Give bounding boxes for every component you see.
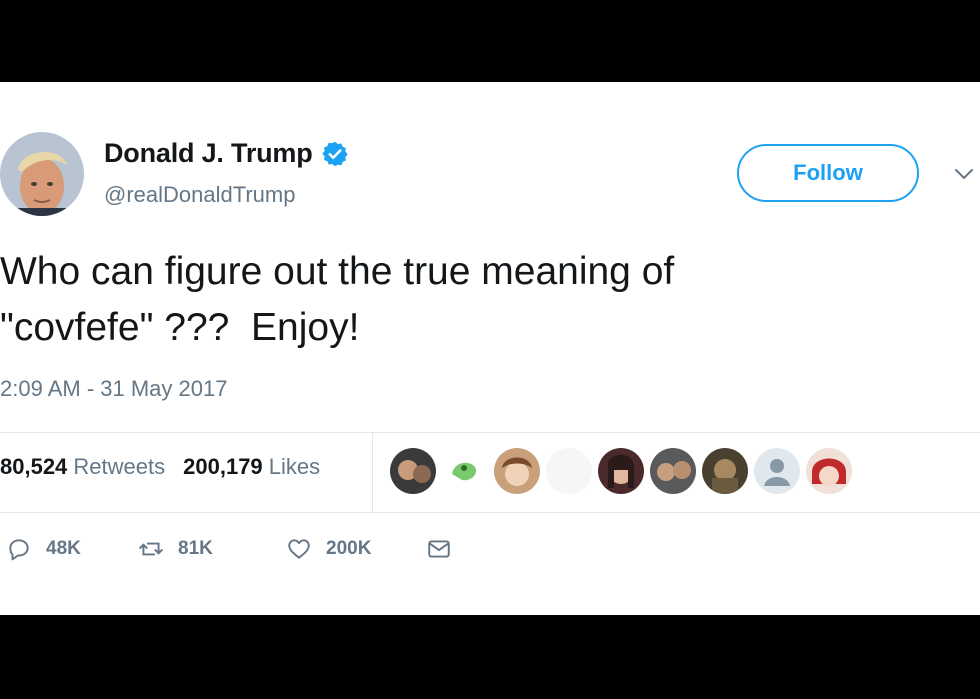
liker-avatar[interactable] — [650, 448, 696, 494]
verified-badge-icon — [321, 140, 349, 168]
like-button[interactable]: 200K — [286, 536, 426, 562]
liker-avatar[interactable] — [546, 448, 592, 494]
retweets-stat[interactable]: 80,524 Retweets — [0, 454, 165, 480]
reply-button[interactable]: 48K — [6, 536, 138, 562]
liker-avatar[interactable] — [702, 448, 748, 494]
timestamp[interactable]: 2:09 AM - 31 May 2017 — [0, 376, 227, 402]
envelope-icon — [428, 540, 450, 558]
avatar[interactable] — [0, 132, 84, 216]
retweets-label: Retweets — [73, 454, 166, 479]
liker-avatar[interactable] — [442, 448, 488, 494]
retweet-button[interactable]: 81K — [138, 536, 286, 562]
action-bar: 48K 81K 200K — [6, 536, 452, 562]
retweet-icon — [139, 542, 163, 556]
liker-avatar[interactable] — [390, 448, 436, 494]
chevron-down-icon[interactable] — [952, 166, 976, 182]
direct-message-button[interactable] — [426, 536, 452, 562]
display-name-text: Donald J. Trump — [104, 138, 313, 168]
tweet-card: Donald J. Trump @realDonaldTrump Follow … — [0, 82, 980, 615]
handle[interactable]: @realDonaldTrump — [104, 182, 295, 208]
divider-top — [0, 432, 980, 433]
display-name[interactable]: Donald J. Trump — [104, 138, 349, 169]
divider-bottom — [0, 512, 980, 513]
reply-icon — [9, 539, 29, 561]
liker-avatar[interactable] — [754, 448, 800, 494]
liker-avatar[interactable] — [598, 448, 644, 494]
liker-avatar[interactable] — [494, 448, 540, 494]
likes-label: Likes — [268, 454, 321, 479]
stats-row: 80,524 Retweets 200,179 Likes — [0, 454, 320, 480]
heart-icon — [288, 539, 310, 559]
likes-count: 200,179 — [183, 454, 263, 479]
liker-avatar[interactable] — [806, 448, 852, 494]
retweet-count: 81K — [178, 538, 213, 559]
tweet-text: Who can figure out the true meaning of "… — [0, 250, 675, 349]
retweets-count: 80,524 — [0, 454, 68, 479]
likes-stat[interactable]: 200,179 Likes — [183, 454, 320, 480]
follow-button[interactable]: Follow — [737, 144, 919, 202]
stats-separator — [372, 432, 373, 512]
reply-count: 48K — [46, 538, 81, 559]
like-count: 200K — [326, 538, 372, 559]
